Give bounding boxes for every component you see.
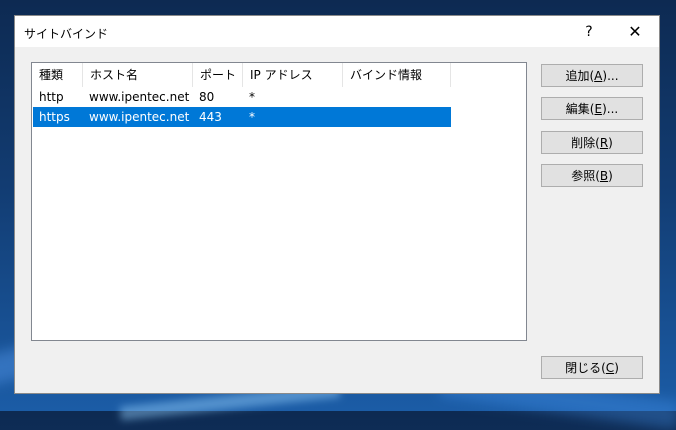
cell-host: www.ipentec.net xyxy=(89,90,190,104)
cell-ip: * xyxy=(249,90,255,104)
column-header-ip[interactable]: IP アドレス xyxy=(243,63,343,87)
cell-port: 443 xyxy=(199,110,222,124)
close-window-button[interactable]: ✕ xyxy=(615,16,655,47)
cell-host: www.ipentec.net xyxy=(89,110,190,124)
column-header-port[interactable]: ポート xyxy=(193,63,243,87)
dialog-title: サイトバインド xyxy=(24,27,109,41)
cell-binding xyxy=(343,107,451,127)
title-bar: サイトバインド ? ✕ xyxy=(15,16,659,47)
list-header: 種類 ホスト名 ポート IP アドレス バインド情報 xyxy=(32,63,451,87)
site-bindings-dialog: サイトバインド ? ✕ 種類 ホスト名 ポート IP アドレス バインド情報 h… xyxy=(14,15,660,394)
cell-binding xyxy=(343,87,451,107)
help-icon: ? xyxy=(585,23,593,40)
cell-ip: * xyxy=(249,110,255,124)
close-icon: ✕ xyxy=(628,22,642,41)
cell-port: 80 xyxy=(199,90,215,104)
bindings-list[interactable]: 種類 ホスト名 ポート IP アドレス バインド情報 http www.ipen… xyxy=(31,62,527,341)
help-button[interactable]: ? xyxy=(569,16,609,47)
column-header-binding[interactable]: バインド情報 xyxy=(343,63,451,87)
cell-type: http xyxy=(39,90,64,104)
column-header-host[interactable]: ホスト名 xyxy=(83,63,193,87)
delete-button[interactable]: 削除(R) xyxy=(541,131,643,154)
table-row-selected[interactable]: https www.ipentec.net 443 * xyxy=(33,107,451,127)
close-button[interactable]: 閉じる(C) xyxy=(541,356,643,379)
column-header-type[interactable]: 種類 xyxy=(32,63,83,87)
table-row[interactable]: http www.ipentec.net 80 * xyxy=(33,87,451,107)
add-button[interactable]: 追加(A)... xyxy=(541,64,643,87)
cell-type: https xyxy=(39,110,70,124)
browse-button[interactable]: 参照(B) xyxy=(541,164,643,187)
edit-button[interactable]: 編集(E)... xyxy=(541,97,643,120)
